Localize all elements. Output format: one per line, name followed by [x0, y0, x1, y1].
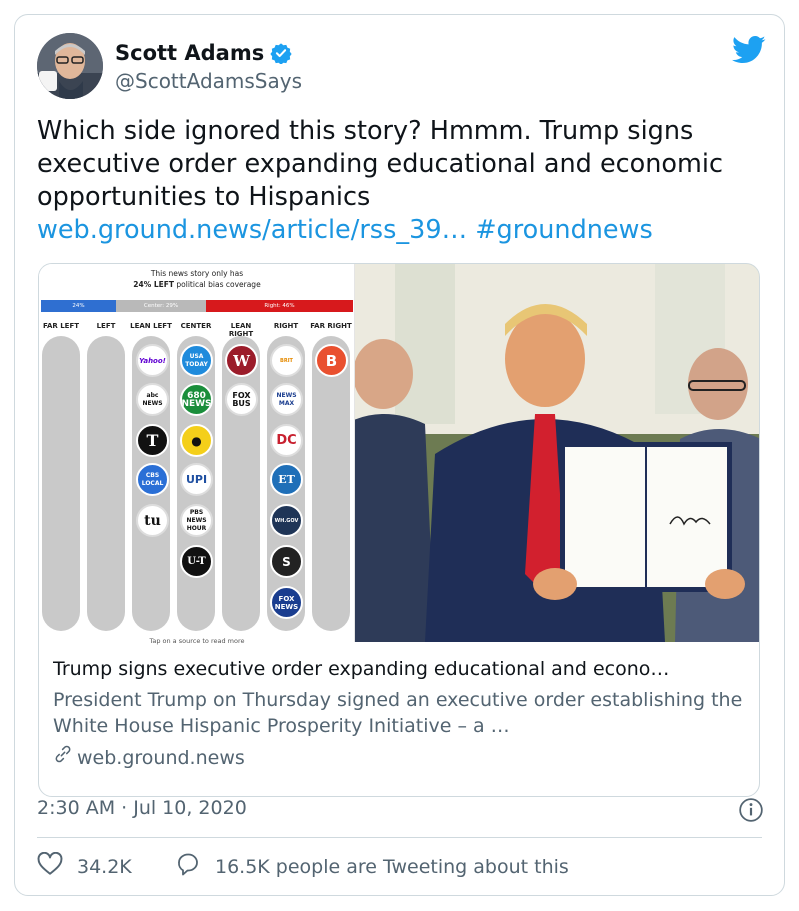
- link-card[interactable]: This news story only has 24% LEFT politi…: [38, 263, 760, 797]
- chart-title-line1: This news story only has: [150, 269, 244, 278]
- bias-column-track: [312, 336, 350, 631]
- bias-bar-segment: 24%: [41, 300, 116, 312]
- tweet-text: Which side ignored this story? Hmmm. Tru…: [37, 115, 767, 247]
- tweet-link[interactable]: web.ground.news/article/rss_39…: [37, 215, 467, 245]
- tweet-timestamp[interactable]: 2:30 AM · Jul 10, 2020: [37, 797, 247, 819]
- author-name-text[interactable]: Scott Adams: [115, 41, 264, 65]
- source-logo-breitbart: BRIT: [270, 344, 303, 377]
- card-domain[interactable]: web.ground.news: [53, 744, 747, 771]
- bias-column-header: RIGHT: [273, 322, 299, 330]
- verified-icon: [270, 42, 292, 65]
- bias-column-track: [42, 336, 80, 631]
- card-description: President Trump on Thursday signed an ex…: [53, 689, 743, 737]
- chart-title-rest: political bias coverage: [174, 280, 261, 289]
- source-logo-axios: ●: [180, 424, 213, 457]
- source-logo-abc-news: abc NEWS: [136, 383, 169, 416]
- source-logo-daily-caller: DC: [270, 424, 303, 457]
- bias-column-header: LEAN LEFT: [130, 322, 172, 330]
- bias-column-header: FAR LEFT: [42, 322, 80, 330]
- tweet-hashtag[interactable]: #groundnews: [475, 215, 653, 245]
- card-domain-text[interactable]: web.ground.news: [77, 745, 245, 771]
- like-button[interactable]: 34.2K: [37, 851, 132, 881]
- tweet-card[interactable]: Scott Adams @ScottAdamsSays Which side i…: [14, 14, 785, 896]
- tweet-body: Which side ignored this story? Hmmm. Tru…: [37, 116, 723, 212]
- bias-column-header: CENTER: [180, 322, 212, 330]
- comment-icon: [175, 852, 201, 881]
- source-logo-whitehouse: WH.GOV: [270, 504, 303, 537]
- bias-column-header: LEFT: [96, 322, 116, 330]
- tweeting-about-button[interactable]: 16.5K people are Tweeting about this: [175, 852, 569, 881]
- source-logo-epoch-times: ET: [270, 463, 303, 496]
- info-icon[interactable]: [738, 797, 764, 823]
- source-logo-upi: UPI: [180, 463, 213, 496]
- chart-title-line2: 24% LEFT political bias coverage: [39, 279, 355, 290]
- bias-column-header: FAR RIGHT: [310, 322, 352, 330]
- tweeting-about-text[interactable]: 16.5K people are Tweeting about this: [215, 856, 569, 878]
- bias-column-track: [222, 336, 260, 631]
- source-logo-seal: S: [270, 545, 303, 578]
- bias-bar: 24% Center: 29% Right: 46%: [41, 300, 353, 312]
- source-logo-fox-business: FOX BUS: [225, 383, 258, 416]
- chart-title: This news story only has 24% LEFT politi…: [39, 268, 355, 290]
- author-handle[interactable]: @ScottAdamsSays: [115, 69, 302, 93]
- bias-column-track: [87, 336, 125, 631]
- source-logo-newsmax: NEWS MAX: [270, 383, 303, 416]
- avatar[interactable]: [37, 33, 103, 99]
- source-logo-usa-today: USA TODAY: [180, 344, 213, 377]
- bias-bar-segment: Right: 46%: [206, 300, 353, 312]
- heart-icon: [37, 851, 63, 881]
- link-icon: [53, 744, 73, 771]
- twitter-bird-icon[interactable]: [732, 35, 766, 65]
- card-media[interactable]: This news story only has 24% LEFT politi…: [39, 264, 759, 645]
- source-logo-nytimes: T: [136, 424, 169, 457]
- bias-bar-segment: Center: 29%: [116, 300, 206, 312]
- card-body[interactable]: Trump signs executive order expanding ed…: [39, 642, 759, 796]
- author-name[interactable]: Scott Adams: [115, 41, 292, 65]
- source-logo-fox-news: FOX NEWS: [270, 586, 303, 619]
- trump-signing-photo: [355, 264, 759, 642]
- chart-title-bold: 24% LEFT: [133, 280, 175, 289]
- source-logo-pbs-newshour: PBS NEWS HOUR: [180, 504, 213, 537]
- divider: [37, 837, 762, 838]
- card-title[interactable]: Trump signs executive order expanding ed…: [53, 656, 747, 682]
- source-logo-tu: tu: [136, 504, 169, 537]
- like-count[interactable]: 34.2K: [77, 856, 132, 878]
- source-logo-wsj: W: [225, 344, 258, 377]
- source-logo-680-news: 680 NEWS: [180, 383, 213, 416]
- bias-chart-image: This news story only has 24% LEFT politi…: [39, 264, 355, 645]
- source-logo-blaze: B: [315, 344, 348, 377]
- source-logo-yahoo: Yahoo!: [136, 344, 169, 377]
- source-logo-cbs-local: CBS LOCAL: [136, 463, 169, 496]
- source-logo-san-diego-ut: U-T: [180, 545, 213, 578]
